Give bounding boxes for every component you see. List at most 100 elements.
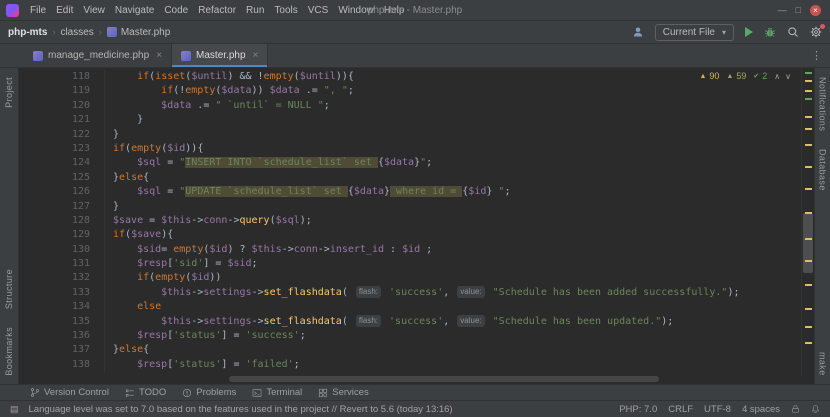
code-line[interactable]: 127} — [19, 199, 798, 214]
code-line[interactable]: 135 $this->settings->set_flashdata( flas… — [19, 314, 798, 330]
maximize-button[interactable]: □ — [796, 5, 801, 15]
breadcrumb-item-master-php[interactable]: Master.php — [106, 27, 170, 38]
toolwindow-services[interactable]: Services — [310, 385, 376, 400]
stripe-mark[interactable] — [805, 342, 812, 344]
search-everywhere-icon[interactable] — [787, 26, 799, 38]
php-version-indicator[interactable]: PHP: 7.0 — [619, 404, 657, 415]
next-problem-icon[interactable]: ∨ — [785, 72, 791, 81]
code-line[interactable]: 119 if(!empty($data)) $data .= ", "; — [19, 84, 798, 99]
code-line[interactable]: 120 $data .= " `until` = NULL "; — [19, 98, 798, 114]
menu-view[interactable]: View — [78, 3, 110, 18]
menu-run[interactable]: Run — [241, 3, 269, 18]
code-line[interactable]: 121 } — [19, 113, 798, 128]
tab-master-php[interactable]: Master.php × — [172, 44, 269, 67]
line-number[interactable]: 121 — [19, 113, 105, 128]
toolwindow-version-control[interactable]: Version Control — [22, 385, 117, 400]
menu-navigate[interactable]: Navigate — [110, 3, 159, 18]
code-line[interactable]: 130 $sid= empty($id) ? $this->conn->inse… — [19, 242, 798, 258]
menu-code[interactable]: Code — [159, 3, 193, 18]
code-line[interactable]: 137}else{ — [19, 343, 798, 358]
stripe-mark[interactable] — [805, 260, 812, 262]
menu-file[interactable]: File — [25, 3, 51, 18]
line-number[interactable]: 129 — [19, 228, 105, 243]
line-number[interactable]: 135 — [19, 314, 105, 330]
tool-stripe-database[interactable]: Database — [818, 149, 828, 191]
code-line[interactable]: 126 $sql = "UPDATE `schedule_list` set {… — [19, 185, 798, 200]
run-configuration-selector[interactable]: Current File ▾ — [654, 23, 734, 41]
line-number[interactable]: 126 — [19, 185, 105, 200]
code-line[interactable]: 131 $resp['sid'] = $sid; — [19, 257, 798, 272]
horizontal-scrollbar[interactable] — [19, 375, 814, 384]
tab-close-icon[interactable]: × — [253, 50, 259, 61]
toolwindow-todo[interactable]: TODO — [117, 385, 174, 400]
stripe-mark[interactable] — [805, 116, 812, 118]
line-number[interactable]: 133 — [19, 285, 105, 301]
stripe-mark[interactable] — [805, 80, 812, 82]
code-line[interactable]: 128 $save = $this->conn->query($sql); — [19, 213, 798, 229]
weak-warnings-indicator[interactable]: ▲ 59 — [726, 71, 746, 81]
menu-edit[interactable]: Edit — [51, 3, 78, 18]
line-number[interactable]: 131 — [19, 257, 105, 272]
stripe-mark[interactable] — [805, 144, 812, 146]
line-number[interactable]: 125 — [19, 170, 105, 186]
code-line[interactable]: 138 $resp['status'] = 'failed'; — [19, 357, 798, 373]
inspections-widget[interactable]: ▲ 90 ▲ 59 ✔ 2 ∧ ∨ — [694, 70, 796, 82]
code-line[interactable]: 118 if(isset($until) && !empty($until)){ — [19, 70, 798, 85]
stripe-mark[interactable] — [805, 284, 812, 286]
stripe-mark[interactable] — [805, 166, 812, 168]
code-line[interactable]: 134 else — [19, 300, 798, 315]
tool-stripe-make[interactable]: make — [818, 352, 828, 376]
code-line[interactable]: 125}else{ — [19, 170, 798, 186]
line-number[interactable]: 132 — [19, 271, 105, 286]
toolwindow-problems[interactable]: Problems — [174, 385, 244, 400]
toolwindow-switcher-icon[interactable]: ▤ — [10, 404, 19, 415]
encoding-indicator[interactable]: UTF-8 — [704, 404, 731, 415]
toolwindow-terminal[interactable]: Terminal — [244, 385, 310, 400]
line-number[interactable]: 123 — [19, 141, 105, 157]
line-number[interactable]: 128 — [19, 213, 105, 229]
code-area[interactable]: 118 if(isset($until) && !empty($until)){… — [19, 68, 814, 375]
prev-problem-icon[interactable]: ∧ — [774, 72, 780, 81]
stripe-mark[interactable] — [805, 188, 812, 190]
close-button[interactable]: × — [810, 4, 821, 16]
stripe-mark[interactable] — [805, 212, 812, 214]
code-line[interactable]: 124 $sql = "INSERT INTO `schedule_list` … — [19, 156, 798, 171]
line-number[interactable]: 124 — [19, 156, 105, 171]
debug-button[interactable] — [764, 26, 776, 38]
run-button[interactable] — [745, 27, 753, 37]
indent-indicator[interactable]: 4 spaces — [742, 404, 780, 415]
code-line[interactable]: 132 if(empty($id)) — [19, 271, 798, 286]
menu-vcs[interactable]: VCS — [303, 3, 334, 18]
line-number[interactable]: 136 — [19, 329, 105, 344]
breadcrumb-item-classes[interactable]: classes — [60, 27, 93, 38]
passed-indicator[interactable]: ✔ 2 — [753, 71, 767, 81]
stripe-mark[interactable] — [805, 326, 812, 328]
stripe-mark[interactable] — [805, 308, 812, 310]
minimize-button[interactable]: — — [778, 5, 787, 15]
code-line[interactable]: 129 if($save){ — [19, 228, 798, 243]
stripe-mark[interactable] — [805, 128, 812, 130]
code-line[interactable]: 122} — [19, 127, 798, 142]
line-number[interactable]: 134 — [19, 300, 105, 315]
tab-options-icon[interactable]: ⋮ — [803, 44, 830, 67]
user-icon[interactable] — [632, 26, 644, 38]
line-number[interactable]: 127 — [19, 199, 105, 214]
code-line[interactable]: 133 $this->settings->set_flashdata( flas… — [19, 285, 798, 301]
line-number[interactable]: 118 — [19, 70, 105, 85]
stripe-mark[interactable] — [805, 98, 812, 100]
code-line[interactable]: 123 if(empty($id)){ — [19, 141, 798, 157]
horizontal-scrollbar-thumb[interactable] — [229, 376, 659, 382]
stripe-mark[interactable] — [805, 238, 812, 240]
line-number[interactable]: 130 — [19, 242, 105, 258]
line-number[interactable]: 138 — [19, 357, 105, 373]
line-separator-indicator[interactable]: CRLF — [668, 404, 693, 415]
tool-stripe-project[interactable]: Project — [4, 77, 14, 108]
breadcrumb-item-php-mts[interactable]: php-mts — [8, 27, 47, 38]
lock-icon[interactable] — [791, 404, 800, 414]
tool-stripe-bookmarks[interactable]: Bookmarks — [4, 327, 14, 376]
line-number[interactable]: 137 — [19, 343, 105, 358]
settings-gear-icon[interactable] — [810, 24, 825, 38]
line-number[interactable]: 120 — [19, 98, 105, 114]
tool-stripe-structure[interactable]: Structure — [4, 269, 14, 309]
stripe-mark[interactable] — [805, 90, 812, 92]
